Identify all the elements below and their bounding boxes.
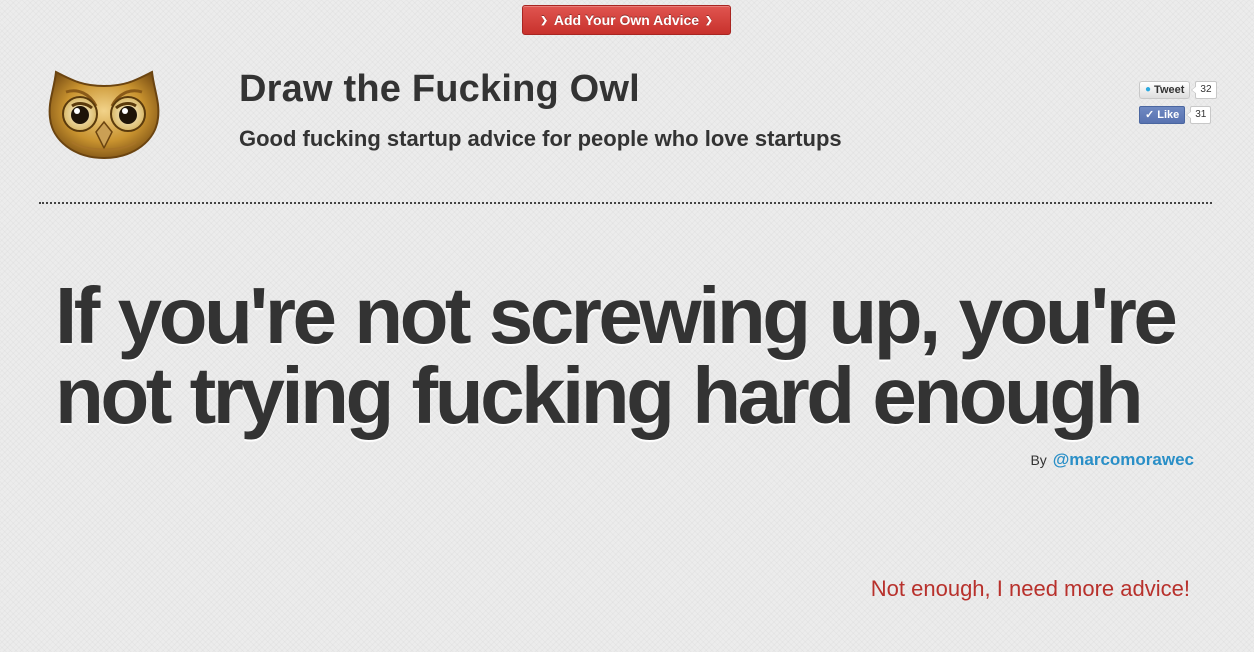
- thumbs-up-icon: ✓: [1145, 109, 1155, 121]
- tweet-row: ● Tweet 32: [1139, 80, 1217, 99]
- dotted-divider: [39, 202, 1212, 204]
- tweet-button[interactable]: ● Tweet: [1139, 80, 1191, 99]
- like-row: ✓ Like 31: [1139, 105, 1217, 124]
- site-title: Draw the Fucking Owl: [239, 68, 640, 110]
- chevron-down-icon: ❯: [705, 14, 713, 25]
- advice-quote: If you're not screwing up, you're not tr…: [55, 271, 1178, 440]
- chevron-down-icon: ❯: [540, 14, 548, 25]
- author-link[interactable]: @marcomorawec: [1053, 450, 1194, 469]
- byline: By @marcomorawec: [1030, 450, 1194, 470]
- byline-label: By: [1030, 452, 1047, 468]
- site-tagline: Good fucking startup advice for people w…: [239, 126, 842, 151]
- tweet-label: Tweet: [1154, 83, 1185, 96]
- tweet-count: 32: [1191, 80, 1217, 99]
- like-button[interactable]: ✓ Like: [1139, 105, 1186, 124]
- social-buttons: ● Tweet 32 ✓ Like 31: [1139, 80, 1217, 130]
- like-count: 31: [1186, 105, 1212, 124]
- owl-icon: [48, 70, 160, 160]
- twitter-bird-icon: ●: [1145, 84, 1152, 95]
- add-advice-button[interactable]: ❯ Add Your Own Advice ❯: [522, 5, 731, 35]
- more-advice-link[interactable]: Not enough, I need more advice!: [871, 576, 1190, 602]
- like-label: Like: [1157, 108, 1180, 121]
- add-advice-label: Add Your Own Advice: [553, 12, 700, 28]
